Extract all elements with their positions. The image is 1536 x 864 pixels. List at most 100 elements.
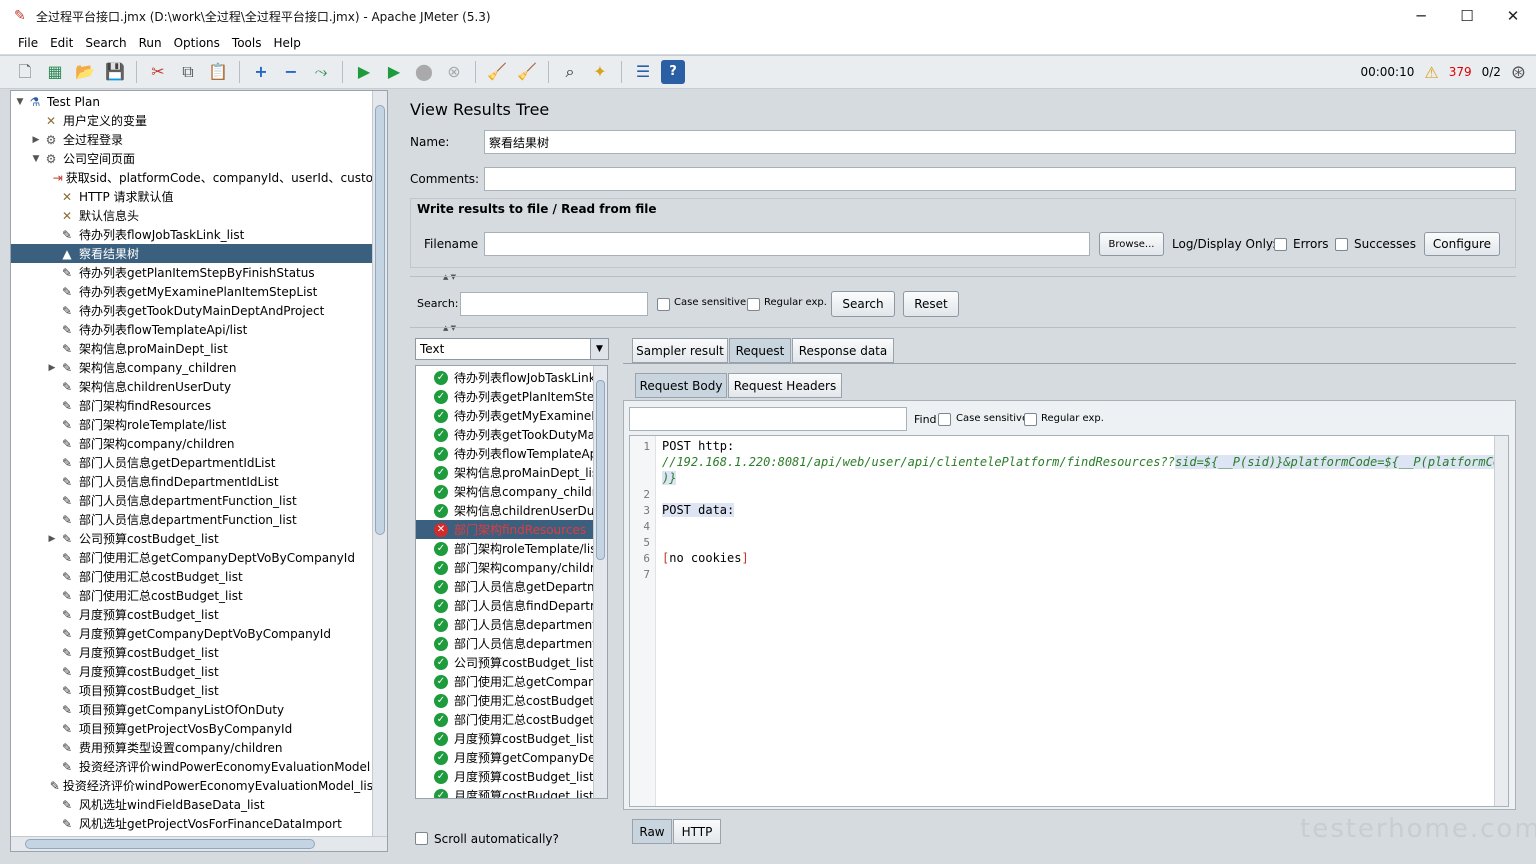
result-item[interactable]: ✓ 待办列表flowTemplateApi/list xyxy=(416,444,607,463)
tree-node[interactable]: ▼ ⚗ Test Plan xyxy=(11,92,373,111)
result-item[interactable]: ✓ 架构信息proMainDept_list xyxy=(416,463,603,482)
close-button[interactable]: ✕ xyxy=(1490,0,1536,32)
reset-button[interactable]: Reset xyxy=(903,291,959,317)
result-item[interactable]: ✓ 待办列表getTookDutyMainDeptAndProject xyxy=(416,425,607,444)
tree-node[interactable]: ✎ 部门人员信息getDepartmentIdList xyxy=(11,453,373,472)
result-item[interactable]: ✓ 部门人员信息departmentFunction_list xyxy=(416,615,607,634)
tree-node[interactable]: ✎ 部门使用汇总costBudget_list xyxy=(11,586,373,605)
menu-file[interactable]: File xyxy=(18,36,38,50)
minimize-button[interactable]: ─ xyxy=(1398,0,1444,32)
result-item[interactable]: ✓ 待办列表getMyExaminePlanItemStepList xyxy=(416,406,607,425)
tree-node[interactable]: ✎ 投资经济评价windPowerEconomyEvaluationModel_l… xyxy=(11,776,373,795)
warning-icon[interactable]: ⚠ xyxy=(1424,63,1438,82)
tree-node[interactable]: ✎ 部门架构roleTemplate/list xyxy=(11,415,373,434)
errors-checkbox[interactable] xyxy=(1274,238,1287,251)
chevron-down-icon[interactable]: ▼ xyxy=(590,339,608,359)
menu-tools[interactable]: Tools xyxy=(232,36,262,50)
tree-node[interactable]: ✕ 默认信息头 xyxy=(11,206,373,225)
search-binoculars-icon[interactable]: ⌕ xyxy=(558,60,582,84)
result-item[interactable]: ✓ 架构信息company_children xyxy=(416,482,607,501)
tree-node[interactable]: ✎ 部门架构company/children xyxy=(11,434,373,453)
tree-node[interactable]: ✎ 月度预算costBudget_list xyxy=(11,662,373,681)
case-sensitive-checkbox[interactable] xyxy=(657,298,670,311)
menu-edit[interactable]: Edit xyxy=(50,36,73,50)
copy-icon[interactable]: ⧉ xyxy=(176,60,200,84)
result-item[interactable]: ✓ 部门使用汇总getCompanyDeptVoByCompanyId xyxy=(416,672,607,691)
result-item[interactable]: ✓ 部门使用汇总costBudget_list xyxy=(416,691,607,710)
tab-request[interactable]: Request xyxy=(729,338,791,363)
tree-node[interactable]: ✎ 风机选址windFieldBaseData_list xyxy=(11,795,373,814)
expand-toggle-icon[interactable]: ▼ xyxy=(14,97,26,107)
tab-response-data[interactable]: Response data xyxy=(792,338,894,363)
browse-button[interactable]: Browse... xyxy=(1099,232,1164,256)
tree-node[interactable]: ✎ 部门架构findResources xyxy=(11,396,373,415)
tree-node[interactable]: ✎ 待办列表flowJobTaskLink_list xyxy=(11,225,373,244)
templates-icon[interactable]: ▦ xyxy=(43,60,67,84)
shutdown-icon[interactable]: ⊗ xyxy=(442,60,466,84)
expand-toggle-icon[interactable]: ▼ xyxy=(30,154,42,164)
tree-node[interactable]: ✎ 月度预算costBudget_list xyxy=(11,605,373,624)
tab-request-body[interactable]: Request Body xyxy=(635,373,727,398)
renderer-select[interactable]: Text ▼ xyxy=(415,338,609,360)
configure-button[interactable]: Configure xyxy=(1424,232,1500,256)
maximize-button[interactable]: ☐ xyxy=(1444,0,1490,32)
menu-run[interactable]: Run xyxy=(139,36,162,50)
find-regex-checkbox[interactable] xyxy=(1024,413,1037,426)
tab-raw[interactable]: Raw xyxy=(632,819,672,844)
expand-toggle-icon[interactable]: ▶ xyxy=(46,534,58,544)
tree-node[interactable]: ⇥ 获取sid、platformCode、companyId、userId、cus… xyxy=(11,168,373,187)
expand-toggle-icon[interactable]: ▶ xyxy=(46,363,58,373)
tree-node[interactable]: ▼ ⚙ 公司空间页面 xyxy=(11,149,373,168)
menu-search[interactable]: Search xyxy=(85,36,126,50)
result-item[interactable]: ✓ 待办列表flowJobTaskLink_list xyxy=(416,368,607,387)
tree-node[interactable]: ✎ 月度预算costBudget_list xyxy=(11,643,373,662)
result-item[interactable]: ✓ 架构信息childrenUserDuty xyxy=(416,501,606,520)
tab-http[interactable]: HTTP xyxy=(673,819,721,844)
regex-checkbox[interactable] xyxy=(747,298,760,311)
tree-node[interactable]: ✎ 项目预算getProjectVosByCompanyId xyxy=(11,719,373,738)
tree-node[interactable]: ✎ 架构信息proMainDept_list xyxy=(11,339,373,358)
tree-node[interactable]: ✎ 架构信息childrenUserDuty xyxy=(11,377,373,396)
result-item[interactable]: ✓ 月度预算costBudget_list xyxy=(416,786,594,798)
result-item[interactable]: ✕ 部门架构findResources xyxy=(416,520,594,539)
tree-node[interactable]: ✕ HTTP 请求默认值 xyxy=(11,187,373,206)
save-icon[interactable]: 💾 xyxy=(103,60,127,84)
reset-search-icon[interactable]: ✦ xyxy=(588,60,612,84)
function-helper-icon[interactable]: ☰ xyxy=(631,60,655,84)
tree-node[interactable]: ✎ 投资经济评价windPowerEconomyEvaluationModel xyxy=(11,757,373,776)
result-item[interactable]: ✓ 公司预算costBudget_list xyxy=(416,653,594,672)
result-item[interactable]: ✓ 月度预算costBudget_list xyxy=(416,729,594,748)
results-scrollbar[interactable] xyxy=(593,366,607,798)
result-item[interactable]: ✓ 部门架构roleTemplate/list xyxy=(416,539,601,558)
cut-icon[interactable]: ✂ xyxy=(146,60,170,84)
tree-node[interactable]: ✎ 月度预算getCompanyDeptVoByCompanyId xyxy=(11,624,373,643)
comments-field[interactable] xyxy=(484,167,1516,191)
search-field[interactable] xyxy=(460,292,648,316)
result-item[interactable]: ✓ 部门人员信息departmentFunction_list xyxy=(416,634,607,653)
help-icon[interactable]: ? xyxy=(661,60,685,84)
clear-all-icon[interactable]: 🧹 xyxy=(515,60,539,84)
editor-scrollbar[interactable] xyxy=(1494,436,1508,806)
result-item[interactable]: ✓ 部门人员信息getDepartmentIdList xyxy=(416,577,607,596)
search-button[interactable]: Search xyxy=(831,291,895,317)
tree-horizontal-scrollbar[interactable] xyxy=(11,836,387,851)
tree-node[interactable]: ✎ 项目预算costBudget_list xyxy=(11,681,373,700)
tree-node[interactable]: ▲ 察看结果树 xyxy=(11,244,373,263)
tree-node[interactable]: ▶ ⚙ 全过程登录 xyxy=(11,130,373,149)
expand-toggle-icon[interactable]: ▶ xyxy=(30,135,42,145)
tree-node[interactable]: ✎ 待办列表getMyExaminePlanItemStepList xyxy=(11,282,373,301)
result-item[interactable]: ✓ 待办列表getPlanItemStepByFinishStatus xyxy=(416,387,607,406)
tree-node[interactable]: ▶ ✎ 架构信息company_children xyxy=(11,358,373,377)
start-no-pauses-icon[interactable]: ▶ xyxy=(382,60,406,84)
tree-node[interactable]: ✎ 风机选址getProjectVosForFinanceDataImport xyxy=(11,814,373,833)
toggle-icon[interactable]: ⤳ xyxy=(309,60,333,84)
tree-node[interactable]: ✎ 费用预算类型设置company/children xyxy=(11,738,373,757)
name-field[interactable]: 察看结果树 xyxy=(484,130,1516,154)
tree-node[interactable]: ✎ 部门人员信息departmentFunction_list xyxy=(11,510,373,529)
tree-node[interactable]: ✕ 用户定义的变量 xyxy=(11,111,373,130)
successes-checkbox[interactable] xyxy=(1335,238,1348,251)
tab-sampler-result[interactable]: Sampler result xyxy=(632,338,728,363)
start-icon[interactable]: ▶ xyxy=(352,60,376,84)
result-item[interactable]: ✓ 部门架构company/children xyxy=(416,558,607,577)
filename-field[interactable] xyxy=(484,232,1090,256)
